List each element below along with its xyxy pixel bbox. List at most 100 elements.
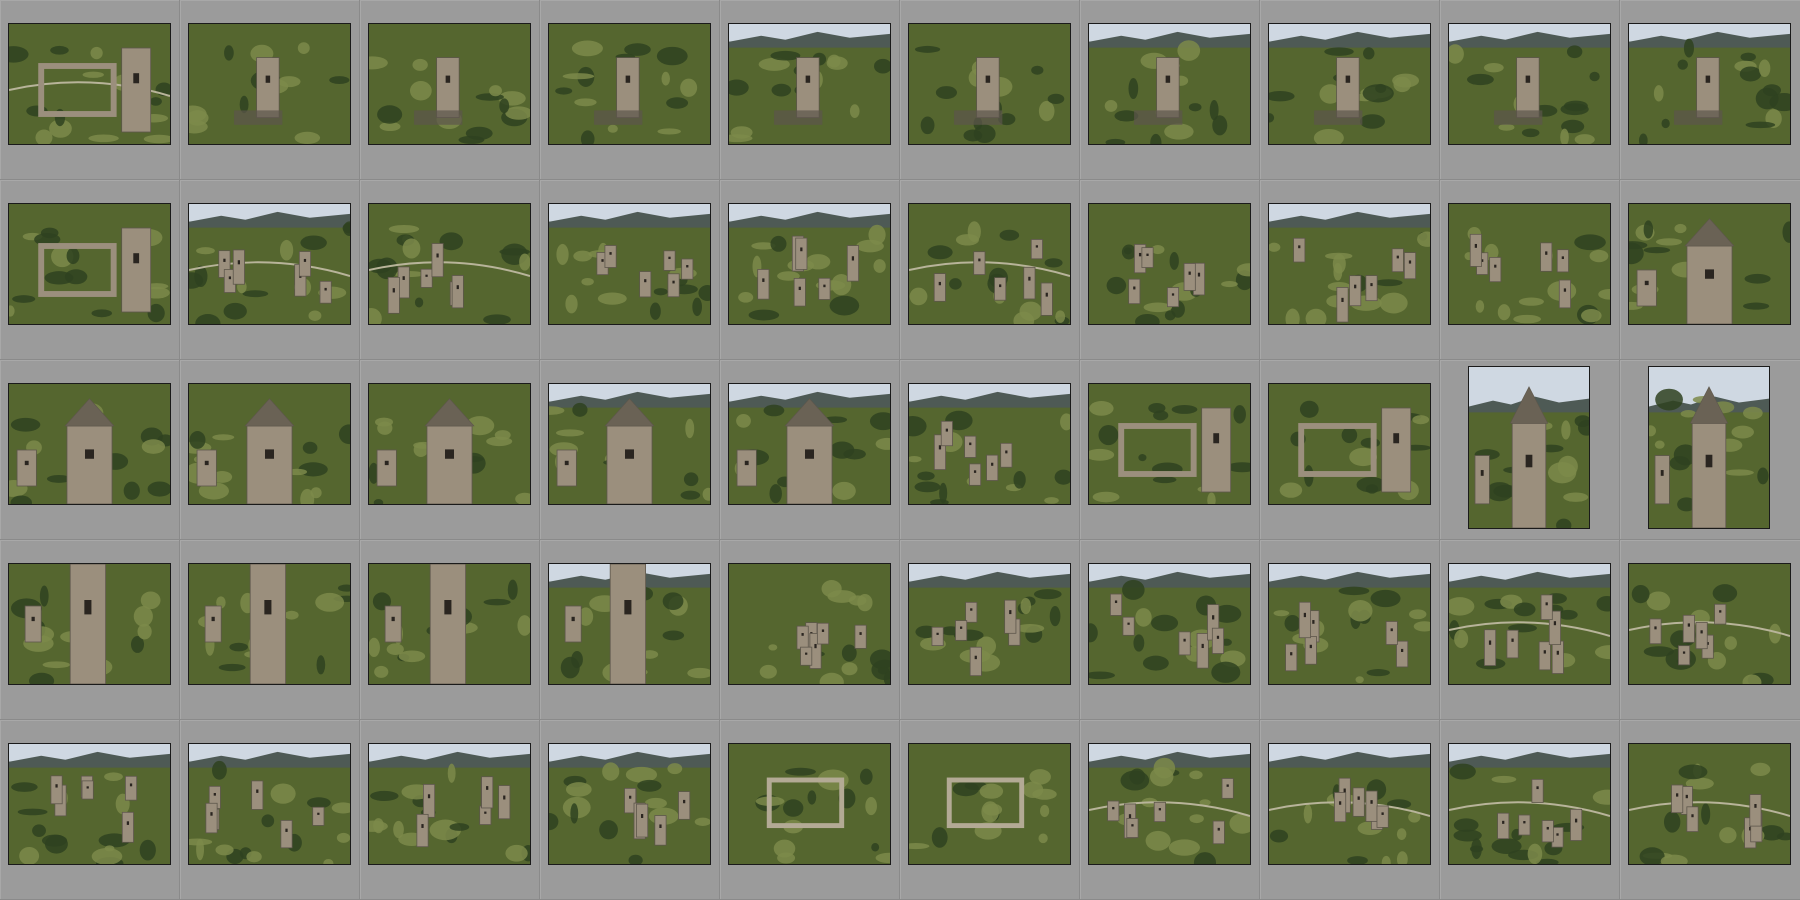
grid-cell[interactable] (1260, 720, 1440, 900)
photo-thumbnail[interactable] (1448, 563, 1611, 685)
photo-thumbnail[interactable] (548, 383, 711, 505)
photo-thumbnail[interactable] (188, 563, 351, 685)
photo-thumbnail[interactable] (1088, 23, 1251, 145)
photo-thumbnail[interactable] (1628, 563, 1791, 685)
grid-cell[interactable] (0, 540, 180, 720)
photo-thumbnail[interactable] (188, 743, 351, 865)
photo-thumbnail[interactable] (548, 563, 711, 685)
photo-thumbnail[interactable] (728, 203, 891, 325)
photo-thumbnail[interactable] (728, 23, 891, 145)
grid-cell[interactable] (180, 360, 360, 540)
photo-thumbnail[interactable] (8, 743, 171, 865)
photo-thumbnail[interactable] (8, 203, 171, 325)
grid-cell[interactable] (720, 360, 900, 540)
photo-thumbnail[interactable] (1268, 743, 1431, 865)
photo-thumbnail[interactable] (368, 203, 531, 325)
photo-thumbnail[interactable] (1268, 383, 1431, 505)
photo-thumbnail[interactable] (1468, 366, 1590, 529)
grid-cell[interactable] (1620, 720, 1800, 900)
grid-cell[interactable] (1440, 180, 1620, 360)
grid-cell[interactable] (0, 720, 180, 900)
grid-cell[interactable] (360, 720, 540, 900)
photo-thumbnail[interactable] (728, 383, 891, 505)
grid-cell[interactable] (1260, 0, 1440, 180)
grid-cell[interactable] (1620, 360, 1800, 540)
grid-cell[interactable] (1260, 180, 1440, 360)
photo-thumbnail[interactable] (908, 23, 1071, 145)
photo-thumbnail[interactable] (908, 203, 1071, 325)
grid-cell[interactable] (1080, 0, 1260, 180)
photo-thumbnail[interactable] (728, 563, 891, 685)
grid-cell[interactable] (360, 360, 540, 540)
grid-cell[interactable] (1620, 180, 1800, 360)
grid-cell[interactable] (0, 180, 180, 360)
grid-cell[interactable] (900, 360, 1080, 540)
grid-cell[interactable] (360, 0, 540, 180)
grid-cell[interactable] (540, 360, 720, 540)
photo-thumbnail[interactable] (8, 563, 171, 685)
grid-cell[interactable] (1440, 0, 1620, 180)
grid-cell[interactable] (1080, 720, 1260, 900)
grid-cell[interactable] (1620, 0, 1800, 180)
photo-thumbnail[interactable] (1268, 203, 1431, 325)
photo-thumbnail[interactable] (8, 23, 171, 145)
grid-cell[interactable] (720, 0, 900, 180)
photo-thumbnail[interactable] (368, 383, 531, 505)
grid-cell[interactable] (1620, 540, 1800, 720)
grid-cell[interactable] (720, 720, 900, 900)
photo-thumbnail[interactable] (548, 23, 711, 145)
grid-cell[interactable] (540, 540, 720, 720)
grid-cell[interactable] (540, 720, 720, 900)
grid-cell[interactable] (1260, 360, 1440, 540)
grid-cell[interactable] (360, 540, 540, 720)
photo-thumbnail[interactable] (908, 743, 1071, 865)
photo-thumbnail[interactable] (1088, 563, 1251, 685)
photo-thumbnail[interactable] (368, 563, 531, 685)
grid-cell[interactable] (180, 720, 360, 900)
grid-cell[interactable] (720, 180, 900, 360)
photo-thumbnail[interactable] (548, 203, 711, 325)
grid-cell[interactable] (900, 540, 1080, 720)
photo-thumbnail[interactable] (908, 563, 1071, 685)
photo-thumbnail[interactable] (1088, 203, 1251, 325)
grid-cell[interactable] (1440, 540, 1620, 720)
grid-cell[interactable] (1080, 180, 1260, 360)
grid-cell[interactable] (1080, 540, 1260, 720)
grid-cell[interactable] (1260, 540, 1440, 720)
photo-thumbnail[interactable] (728, 743, 891, 865)
photo-thumbnail[interactable] (1268, 563, 1431, 685)
photo-thumbnail[interactable] (368, 743, 531, 865)
grid-cell[interactable] (720, 540, 900, 720)
grid-cell[interactable] (1080, 360, 1260, 540)
photo-thumbnail[interactable] (188, 383, 351, 505)
photo-thumbnail[interactable] (1628, 743, 1791, 865)
grid-cell[interactable] (180, 180, 360, 360)
grid-cell[interactable] (180, 0, 360, 180)
grid-cell[interactable] (180, 540, 360, 720)
grid-cell[interactable] (900, 720, 1080, 900)
photo-thumbnail[interactable] (1448, 743, 1611, 865)
photo-thumbnail[interactable] (368, 23, 531, 145)
photo-thumbnail[interactable] (8, 383, 171, 505)
photo-thumbnail[interactable] (1648, 366, 1770, 529)
photo-thumbnail[interactable] (1628, 23, 1791, 145)
grid-cell[interactable] (900, 0, 1080, 180)
grid-cell[interactable] (900, 180, 1080, 360)
photo-thumbnail[interactable] (1448, 203, 1611, 325)
grid-cell[interactable] (360, 180, 540, 360)
grid-cell[interactable] (540, 0, 720, 180)
grid-cell[interactable] (1440, 720, 1620, 900)
photo-thumbnail[interactable] (908, 383, 1071, 505)
grid-cell[interactable] (1440, 360, 1620, 540)
grid-cell[interactable] (0, 0, 180, 180)
grid-cell[interactable] (0, 360, 180, 540)
photo-thumbnail[interactable] (1088, 743, 1251, 865)
photo-thumbnail[interactable] (1448, 23, 1611, 145)
photo-thumbnail[interactable] (188, 203, 351, 325)
photo-thumbnail[interactable] (1088, 383, 1251, 505)
grid-cell[interactable] (540, 180, 720, 360)
photo-thumbnail[interactable] (188, 23, 351, 145)
photo-thumbnail[interactable] (1628, 203, 1791, 325)
photo-thumbnail[interactable] (548, 743, 711, 865)
photo-thumbnail[interactable] (1268, 23, 1431, 145)
